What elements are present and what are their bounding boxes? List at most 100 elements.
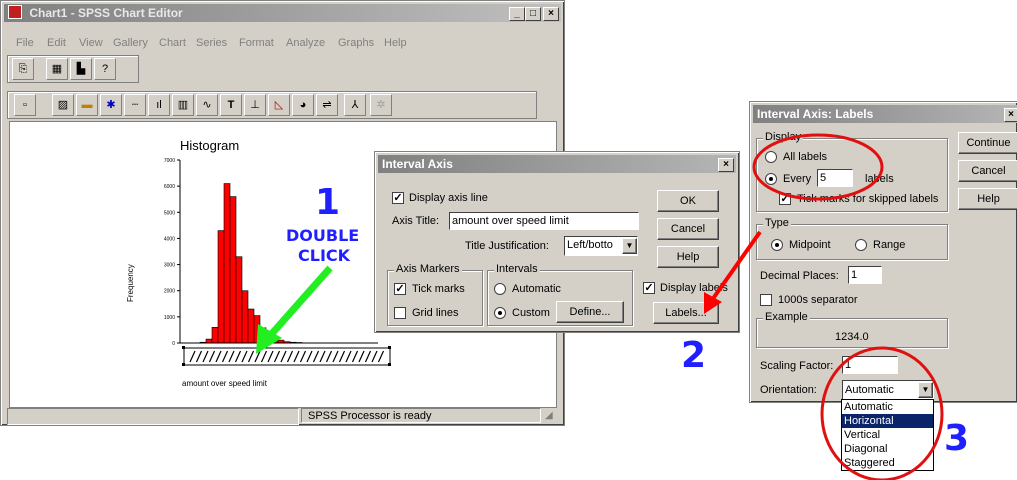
fill-pattern-icon[interactable]: ▨ bbox=[52, 94, 74, 116]
menu-format[interactable]: Format bbox=[239, 37, 274, 49]
histogram-bar[interactable] bbox=[271, 336, 279, 344]
text-icon[interactable]: T bbox=[220, 94, 242, 116]
axis-title-label: Axis Title: bbox=[392, 215, 440, 227]
orientation-option-horizontal[interactable]: Horizontal bbox=[842, 414, 933, 428]
every-value-input[interactable]: 5 bbox=[817, 169, 853, 187]
scaling-factor-input[interactable]: 1 bbox=[842, 356, 898, 374]
reference-line-icon[interactable]: ⊥ bbox=[244, 94, 266, 116]
explode-icon[interactable]: ⅄ bbox=[344, 94, 366, 116]
orientation-option-staggered[interactable]: Staggered bbox=[842, 456, 933, 470]
all-labels-label: All labels bbox=[783, 151, 828, 163]
grid-lines-checkbox[interactable] bbox=[394, 307, 406, 319]
orientation-dropdown-list[interactable]: Automatic Horizontal Vertical Diagonal S… bbox=[841, 399, 934, 471]
example-value: 1234.0 bbox=[835, 331, 869, 343]
title-justification-dropdown-arrow[interactable]: ▼ bbox=[622, 238, 637, 254]
midpoint-radio[interactable] bbox=[771, 239, 783, 251]
menu-file[interactable]: File bbox=[16, 37, 34, 49]
help-button[interactable]: Help bbox=[657, 246, 719, 268]
histogram-bar[interactable] bbox=[265, 332, 273, 344]
menu-series[interactable]: Series bbox=[196, 37, 227, 49]
orientation-option-automatic[interactable]: Automatic bbox=[842, 400, 933, 414]
histogram-bar[interactable] bbox=[217, 230, 225, 344]
histogram-bar[interactable] bbox=[229, 196, 237, 344]
menu-analyze[interactable]: Analyze bbox=[286, 37, 325, 49]
x-tick-label-glyph bbox=[325, 350, 333, 363]
interpolation-icon[interactable]: ∿ bbox=[196, 94, 218, 116]
labels-dialog-close-button[interactable]: × bbox=[1004, 108, 1017, 122]
menu-gallery[interactable]: Gallery bbox=[113, 37, 148, 49]
decimal-places-input[interactable]: 1 bbox=[848, 266, 882, 284]
orientation-option-vertical[interactable]: Vertical bbox=[842, 428, 933, 442]
fit-line-icon[interactable]: ◺ bbox=[268, 94, 290, 116]
step-2-number: 2 bbox=[681, 335, 707, 376]
x-tick-label-glyph bbox=[364, 350, 372, 363]
histogram-bar[interactable] bbox=[235, 256, 243, 344]
intervals-group: Intervals Automatic Custom Define... bbox=[487, 263, 633, 326]
cancel-button[interactable]: Cancel bbox=[657, 218, 719, 240]
labels-word: labels bbox=[865, 173, 894, 185]
automatic-radio[interactable] bbox=[494, 283, 506, 295]
histogram-bar[interactable] bbox=[253, 315, 261, 344]
y-tick-label: 6000 bbox=[164, 184, 175, 190]
grid-lines-label: Grid lines bbox=[412, 307, 459, 319]
x-tick-label-glyph bbox=[189, 350, 196, 363]
display-axis-line-checkbox[interactable]: ✓ bbox=[392, 192, 404, 204]
menu-chart[interactable]: Chart bbox=[159, 37, 186, 49]
labels-button[interactable]: Labels... bbox=[653, 302, 719, 324]
bar-style-icon[interactable]: ıl bbox=[148, 94, 170, 116]
interval-axis-close-button[interactable]: × bbox=[718, 158, 734, 172]
swap-axes-icon[interactable]: ⇌ bbox=[316, 94, 338, 116]
display-group-label: Display bbox=[763, 131, 804, 143]
thousands-separator-label: 1000s separator bbox=[778, 294, 858, 306]
histogram-bar[interactable] bbox=[247, 308, 255, 344]
histogram-bar[interactable] bbox=[223, 183, 231, 344]
continue-button[interactable]: Continue bbox=[958, 132, 1017, 154]
axis-title-input[interactable]: amount over speed limit bbox=[449, 212, 639, 230]
chart-gallery-icon[interactable]: ▙ bbox=[70, 58, 92, 80]
ok-button[interactable]: OK bbox=[657, 190, 719, 212]
bar-label-icon[interactable]: ▥ bbox=[172, 94, 194, 116]
export-icon[interactable]: ⎘ bbox=[12, 58, 34, 80]
orientation-dropdown-arrow[interactable]: ▼ bbox=[918, 382, 933, 398]
histogram-bar[interactable] bbox=[205, 338, 213, 344]
menu-view[interactable]: View bbox=[79, 37, 103, 49]
thousands-separator-checkbox[interactable] bbox=[760, 294, 772, 306]
every-radio[interactable] bbox=[765, 173, 777, 185]
maximize-button[interactable]: □ bbox=[525, 7, 541, 21]
display-labels-checkbox[interactable]: ✓ bbox=[643, 282, 655, 294]
spin-icon[interactable]: ✲ bbox=[370, 94, 392, 116]
minimize-button[interactable]: _ bbox=[509, 7, 525, 21]
close-button[interactable]: × bbox=[543, 7, 559, 21]
custom-radio[interactable] bbox=[494, 307, 506, 319]
select-icon[interactable]: ▫ bbox=[14, 94, 36, 116]
histogram-bar[interactable] bbox=[259, 327, 267, 344]
automatic-label: Automatic bbox=[512, 283, 561, 295]
tick-marks-skipped-checkbox[interactable]: ✓ bbox=[779, 193, 791, 205]
histogram-bar[interactable] bbox=[241, 290, 249, 344]
line-style-icon[interactable]: ┄ bbox=[124, 94, 146, 116]
range-radio[interactable] bbox=[855, 239, 867, 251]
resize-grip-icon[interactable]: ◢ bbox=[545, 410, 553, 421]
orientation-value: Automatic bbox=[845, 384, 894, 396]
status-pane-main: SPSS Processor is ready bbox=[301, 408, 541, 423]
status-pane-left bbox=[7, 408, 299, 425]
menu-graphs[interactable]: Graphs bbox=[338, 37, 374, 49]
y-tick-label: 4000 bbox=[164, 236, 175, 242]
rotate-3d-icon[interactable]: ◕ bbox=[292, 94, 314, 116]
y-tick-label: 2000 bbox=[164, 289, 175, 295]
menu-help[interactable]: Help bbox=[384, 37, 407, 49]
chart-editor-titlebar: Chart1 - SPSS Chart Editor bbox=[4, 4, 561, 22]
tick-marks-checkbox[interactable]: ✓ bbox=[394, 283, 406, 295]
labels-cancel-button[interactable]: Cancel bbox=[958, 160, 1017, 182]
help-pointer-icon[interactable]: ? bbox=[94, 58, 116, 80]
histogram-bar[interactable] bbox=[211, 327, 219, 344]
marker-icon[interactable]: ✱ bbox=[100, 94, 122, 116]
menu-edit[interactable]: Edit bbox=[47, 37, 66, 49]
all-labels-radio[interactable] bbox=[765, 151, 777, 163]
orientation-option-diagonal[interactable]: Diagonal bbox=[842, 442, 933, 456]
labels-help-button[interactable]: Help bbox=[958, 188, 1017, 210]
display-group: Display All labels Every 5 labels ✓ Tick… bbox=[756, 131, 948, 212]
color-icon[interactable]: ▬ bbox=[76, 94, 98, 116]
data-grid-icon[interactable]: ▦ bbox=[46, 58, 68, 80]
define-button[interactable]: Define... bbox=[556, 301, 624, 323]
